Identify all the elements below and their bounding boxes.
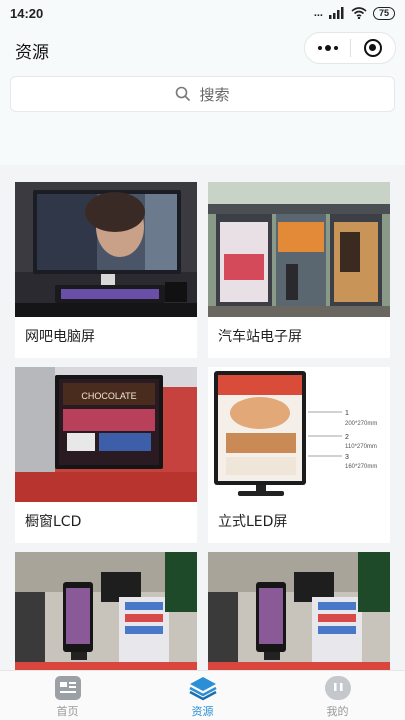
card-image: CHOCOLATE: [15, 367, 197, 502]
status-bar: 14:20 ... 75: [0, 0, 405, 26]
tab-bar: 首页 资源 我的: [0, 670, 405, 720]
led-caption-1: 1: [345, 410, 349, 417]
search-icon: [176, 86, 191, 102]
tab-label: 首页: [56, 705, 79, 718]
card-image: [15, 552, 197, 670]
card-image: 1 200*270mm 2 110*270mm 3 160*270mm: [208, 367, 390, 502]
resource-card[interactable]: CHOCOLATE 橱窗LCD: [15, 367, 197, 543]
resource-card[interactable]: 汽车站电子屏: [208, 182, 390, 358]
led-caption-6: 160*270mm: [345, 464, 377, 470]
resource-card[interactable]: [208, 552, 390, 670]
chocolate-text: CHOCOLATE: [81, 391, 136, 401]
led-caption-4: 110*270mm: [345, 444, 377, 450]
tab-profile[interactable]: 我的: [270, 671, 405, 720]
page-title: 资源: [15, 43, 49, 63]
target-icon: [363, 39, 382, 57]
home-icon: [54, 676, 81, 700]
layers-icon: [188, 677, 217, 701]
signal-icon: [328, 7, 344, 19]
status-icons: ... 75: [313, 6, 395, 20]
more-options-button[interactable]: [305, 33, 350, 63]
resource-card[interactable]: 1 200*270mm 2 110*270mm 3 160*270mm 立式LE…: [208, 367, 390, 543]
tab-label: 我的: [326, 705, 349, 718]
led-caption-5: 3: [345, 454, 349, 461]
more-status-icon: ...: [313, 7, 323, 19]
wifi-icon: [351, 7, 367, 19]
led-caption-2: 200*270mm: [345, 421, 377, 427]
search-placeholder: 搜索: [199, 85, 230, 104]
tab-resources[interactable]: 资源: [135, 671, 270, 720]
card-image: [208, 552, 390, 670]
resource-card[interactable]: 网吧电脑屏: [15, 182, 197, 358]
tab-label: 资源: [191, 705, 214, 718]
battery-indicator: 75: [372, 6, 395, 20]
search-bar[interactable]: 搜索: [10, 76, 395, 112]
profile-icon: [324, 676, 351, 700]
card-label: 网吧电脑屏: [25, 329, 95, 345]
card-label: 橱窗LCD: [25, 514, 82, 530]
close-miniprogram-button[interactable]: [351, 33, 395, 63]
miniprogram-capsule: [304, 32, 396, 64]
tab-home[interactable]: 首页: [0, 671, 135, 720]
resource-card[interactable]: [15, 552, 197, 670]
card-image: [15, 182, 197, 317]
card-image: [208, 182, 390, 317]
navigation-bar: 资源: [0, 30, 405, 68]
card-label: 汽车站电子屏: [218, 329, 302, 345]
status-time: 14:20: [10, 5, 44, 21]
led-caption-3: 2: [345, 434, 349, 441]
resource-grid: 网吧电脑屏 汽车站电子屏 CHOCOLATE 橱窗LCD 1 200*270mm…: [0, 165, 405, 670]
card-label: 立式LED屏: [218, 514, 288, 530]
